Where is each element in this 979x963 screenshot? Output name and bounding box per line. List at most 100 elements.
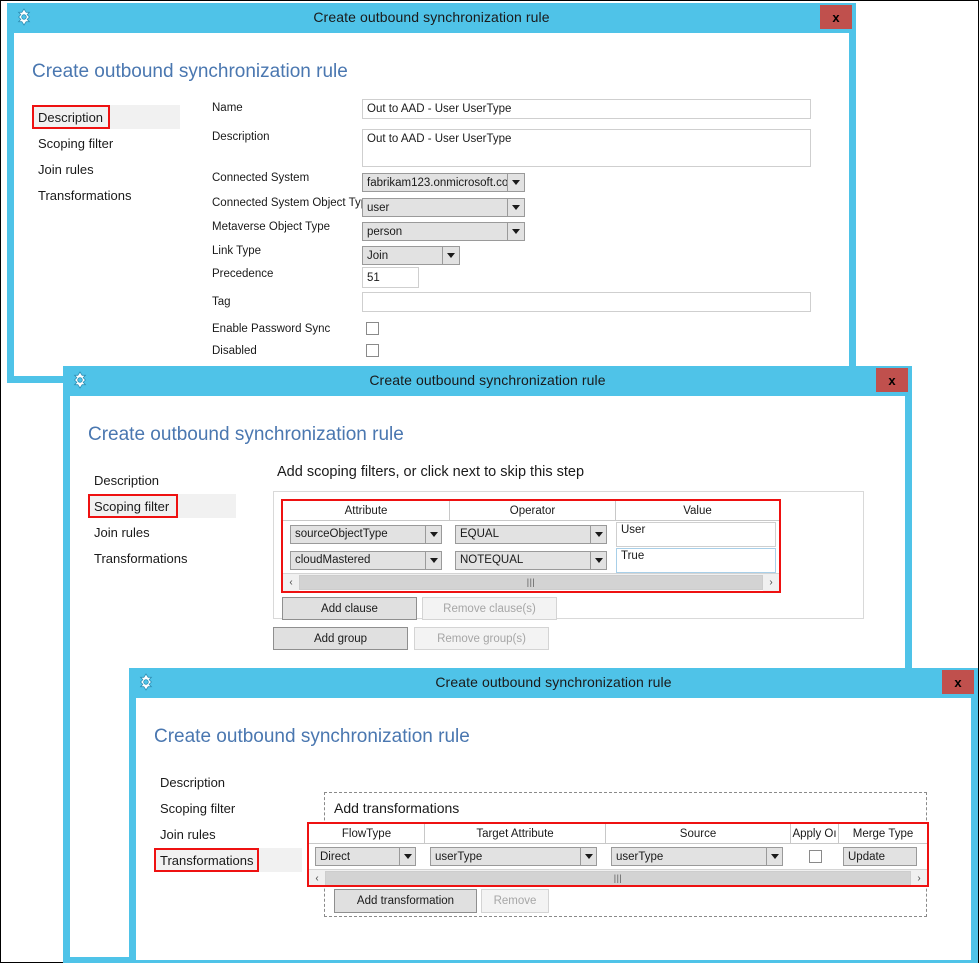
sidebar-item-scoping-filter[interactable]: Scoping filter xyxy=(88,494,236,518)
scroll-left-icon[interactable]: ‹ xyxy=(283,573,299,591)
add-group-button[interactable]: Add group xyxy=(273,627,408,650)
chevron-down-icon[interactable] xyxy=(399,848,415,865)
sidebar-item-scoping-filter[interactable]: Scoping filter xyxy=(154,796,302,820)
connected-system-object-type-dropdown[interactable]: user xyxy=(362,198,525,217)
chevron-down-icon[interactable] xyxy=(580,848,596,865)
sidebar-item-label: Join rules xyxy=(38,161,94,177)
scoping-attribute-value-2: cloudMastered xyxy=(295,554,371,566)
remove-group-button[interactable]: Remove group(s) xyxy=(414,627,549,650)
sidebar-item-label: Transformations xyxy=(94,550,188,566)
label-description: Description xyxy=(212,131,270,143)
scroll-track[interactable]: ||| xyxy=(325,870,911,886)
titlebar-window1[interactable]: Create outbound synchronization rule x xyxy=(7,3,856,31)
description-textarea[interactable] xyxy=(362,129,811,167)
table-row: cloudMastered NOTEQUAL True xyxy=(283,547,779,573)
sidebar-item-description[interactable]: Description xyxy=(32,105,180,129)
scoping-value-input-1[interactable]: User xyxy=(616,521,776,547)
name-input[interactable] xyxy=(362,99,811,119)
flowtype-dropdown[interactable]: Direct xyxy=(315,847,416,866)
chevron-down-icon[interactable] xyxy=(590,525,606,543)
chevron-down-icon[interactable] xyxy=(425,551,441,569)
chevron-down-icon[interactable] xyxy=(507,174,524,191)
target-attribute-dropdown[interactable]: userType xyxy=(430,847,597,866)
tag-input[interactable] xyxy=(362,292,811,312)
close-button-window2[interactable]: x xyxy=(876,368,908,392)
window3-title: Create outbound synchronization rule xyxy=(435,674,672,690)
connected-system-dropdown[interactable]: fabrikam123.onmicrosoft.com - A xyxy=(362,173,525,192)
scoping-operator-dropdown-2[interactable]: NOTEQUAL xyxy=(455,550,607,570)
label-connected-system: Connected System xyxy=(212,172,310,184)
sidebar-item-scoping-filter[interactable]: Scoping filter xyxy=(32,131,180,155)
sidebar-item-transformations[interactable]: Transformations xyxy=(154,848,302,872)
scroll-thumb[interactable]: ||| xyxy=(325,870,911,886)
scoping-attribute-dropdown-2[interactable]: cloudMastered xyxy=(290,550,442,570)
scroll-right-icon[interactable]: › xyxy=(763,573,779,591)
scoping-value-input-2[interactable]: True xyxy=(616,547,776,573)
scroll-track[interactable]: ||| xyxy=(299,574,763,590)
label-metaverse-object-type: Metaverse Object Type xyxy=(212,221,331,233)
scroll-right-icon[interactable]: › xyxy=(911,869,927,887)
scroll-left-icon[interactable]: ‹ xyxy=(309,869,325,887)
close-button-window3[interactable]: x xyxy=(942,670,974,694)
close-button-window1[interactable]: x xyxy=(820,5,852,29)
column-header-value: Value xyxy=(683,504,712,517)
sidebar-item-description[interactable]: Description xyxy=(154,770,302,794)
sidebar-item-join-rules[interactable]: Join rules xyxy=(154,822,302,846)
titlebar-window2[interactable]: Create outbound synchronization rule x xyxy=(63,366,912,394)
scoping-attribute-value-1: sourceObjectType xyxy=(295,528,388,540)
scoping-grid-hscrollbar[interactable]: ‹ ||| › xyxy=(283,573,779,591)
chevron-down-icon[interactable] xyxy=(442,247,459,264)
chevron-down-icon[interactable] xyxy=(507,223,524,240)
transformations-grid-hscrollbar[interactable]: ‹ ||| › xyxy=(309,869,927,887)
nav-window1: Description Scoping filter Join rules Tr… xyxy=(32,105,180,209)
metaverse-object-type-dropdown[interactable]: person xyxy=(362,222,525,241)
disabled-checkbox[interactable] xyxy=(366,344,379,357)
chevron-down-icon[interactable] xyxy=(507,199,524,216)
merge-type-value[interactable]: Update xyxy=(843,847,917,866)
table-row: Direct userType userType Update xyxy=(309,844,927,869)
add-transformation-button[interactable]: Add transformation xyxy=(334,889,477,913)
screenshot-root: Create outbound synchronization rule x C… xyxy=(0,0,979,963)
sidebar-item-label: Scoping filter xyxy=(38,135,114,151)
scoping-filter-grid: Attribute Operator Value sourceObjectTyp… xyxy=(282,500,780,592)
enable-password-sync-checkbox[interactable] xyxy=(366,322,379,335)
sidebar-item-transformations[interactable]: Transformations xyxy=(88,546,236,570)
remove-button[interactable]: Remove xyxy=(481,889,549,913)
sidebar-item-join-rules[interactable]: Join rules xyxy=(32,157,180,181)
connected-system-value: fabrikam123.onmicrosoft.com - A xyxy=(367,176,507,189)
sidebar-item-transformations[interactable]: Transformations xyxy=(32,183,180,207)
target-attribute-value: userType xyxy=(435,850,483,863)
cell-merge-type: Update xyxy=(839,844,927,869)
window1-client: Create outbound synchronization rule Des… xyxy=(14,33,849,376)
chevron-down-icon[interactable] xyxy=(590,551,606,569)
window-transformations: Create outbound synchronization rule x C… xyxy=(129,668,978,963)
remove-clause-button[interactable]: Remove clause(s) xyxy=(422,597,557,620)
titlebar-window3[interactable]: Create outbound synchronization rule x xyxy=(129,668,978,696)
label-connected-system-object-type: Connected System Object Type xyxy=(212,197,374,209)
flowtype-value: Direct xyxy=(320,850,351,863)
transformations-grid-header: FlowType Target Attribute Source Apply O… xyxy=(309,824,927,844)
scroll-thumb[interactable]: ||| xyxy=(299,574,763,590)
add-clause-button[interactable]: Add clause xyxy=(282,597,417,620)
precedence-input[interactable] xyxy=(362,267,419,288)
chevron-down-icon[interactable] xyxy=(766,848,782,865)
sidebar-item-description[interactable]: Description xyxy=(88,468,236,492)
nav-window2: Description Scoping filter Join rules Tr… xyxy=(88,468,236,572)
column-header-source: Source xyxy=(606,824,791,843)
sidebar-item-join-rules[interactable]: Join rules xyxy=(88,520,236,544)
source-dropdown[interactable]: userType xyxy=(611,847,783,866)
scoping-attribute-dropdown-1[interactable]: sourceObjectType xyxy=(290,524,442,544)
cell-value: User xyxy=(616,521,779,547)
cell-operator: NOTEQUAL xyxy=(450,547,616,573)
cell-apply-once xyxy=(791,844,839,869)
link-type-dropdown[interactable]: Join xyxy=(362,246,460,265)
label-disabled: Disabled xyxy=(212,345,257,357)
metaverse-object-type-value: person xyxy=(367,225,403,238)
page-title-window2: Create outbound synchronization rule xyxy=(88,424,404,445)
move-diamond-icon xyxy=(139,673,153,691)
apply-once-checkbox[interactable] xyxy=(808,850,822,863)
chevron-down-icon[interactable] xyxy=(425,525,441,543)
scoping-operator-dropdown-1[interactable]: EQUAL xyxy=(455,524,607,544)
label-tag: Tag xyxy=(212,296,231,308)
sidebar-item-label: Transformations xyxy=(38,187,132,203)
